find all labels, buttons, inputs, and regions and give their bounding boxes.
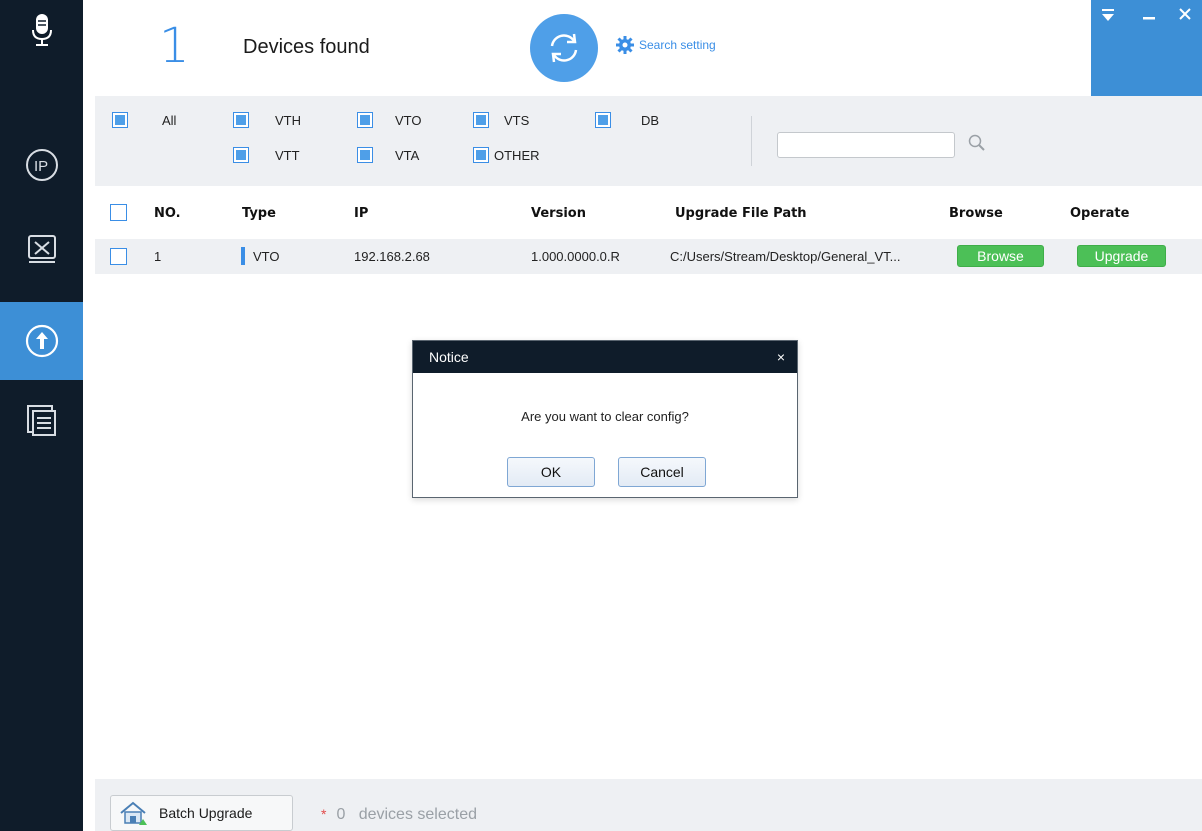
batch-upgrade-label: Batch Upgrade (159, 805, 253, 821)
dropdown-icon[interactable] (1102, 8, 1114, 26)
column-header-version: Version (531, 206, 586, 221)
filter-other-checkbox[interactable] (473, 147, 489, 163)
upgrade-icon (25, 324, 58, 358)
filter-vto-checkbox[interactable] (357, 112, 373, 128)
column-header-browse: Browse (949, 206, 1003, 221)
browse-button[interactable]: Browse (957, 245, 1044, 267)
search-input[interactable] (777, 132, 955, 158)
row-ip: 192.168.2.68 (354, 249, 430, 264)
minimize-icon[interactable] (1143, 10, 1155, 26)
filter-bar: All VTH VTO VTS DB VTT VTA OTHER (95, 96, 1202, 186)
batch-upgrade-button[interactable]: Batch Upgrade (110, 795, 293, 831)
row-no: 1 (154, 249, 162, 264)
column-header-no: NO. (154, 206, 181, 221)
header: 1 Devices found Search setting (83, 0, 1202, 96)
ip-search-icon: IP (25, 149, 58, 181)
filter-vts-label: VTS (504, 113, 530, 128)
filter-all-label: All (162, 113, 177, 128)
sidebar-item-tools[interactable] (0, 210, 83, 288)
select-all-checkbox[interactable] (110, 204, 127, 221)
selected-label: devices selected (358, 806, 477, 823)
column-header-type: Type (242, 206, 276, 221)
sidebar-item-upgrade[interactable] (0, 302, 83, 380)
upgrade-button[interactable]: Upgrade (1077, 245, 1166, 267)
home-upgrade-icon (120, 801, 147, 825)
microphone-icon (31, 14, 52, 46)
footer: Batch Upgrade * 0 devices selected (95, 779, 1202, 831)
column-header-operate: Operate (1070, 206, 1130, 221)
row-version: 1.000.0000.0.R (531, 249, 620, 264)
sidebar-item-documents[interactable] (0, 382, 83, 460)
search-setting-link[interactable]: Search setting (616, 36, 716, 54)
column-header-ip: IP (354, 206, 369, 221)
column-header-upgrade-file-path: Upgrade File Path (675, 206, 807, 221)
selected-info: * 0 devices selected (321, 806, 477, 824)
filter-vts-checkbox[interactable] (473, 112, 489, 128)
filter-other-label: OTHER (494, 148, 540, 163)
dialog-message: Are you want to clear config? (521, 409, 689, 424)
dialog-titlebar: Notice × (413, 341, 797, 373)
gear-icon (616, 36, 634, 54)
selected-count: 0 (336, 806, 346, 823)
search-icon[interactable] (968, 134, 986, 155)
row-type: VTO (253, 249, 280, 264)
search-setting-label: Search setting (639, 38, 716, 52)
filter-vta-checkbox[interactable] (357, 147, 373, 163)
notice-dialog: Notice × Are you want to clear config? O… (412, 340, 798, 498)
document-list-icon (26, 405, 56, 436)
filter-vta-label: VTA (395, 148, 420, 163)
row-upgrade-file-path: C:/Users/Stream/Desktop/General_VT... (670, 249, 901, 264)
window-controls (1091, 0, 1202, 96)
dialog-close-icon[interactable]: × (777, 349, 785, 365)
filter-vtt-checkbox[interactable] (233, 147, 249, 163)
refresh-button[interactable] (530, 14, 598, 82)
filter-db-checkbox[interactable] (595, 112, 611, 128)
filter-vth-label: VTH (275, 113, 301, 128)
filter-db-label: DB (641, 113, 660, 128)
refresh-icon (550, 33, 578, 63)
sidebar-item-ip-search[interactable]: IP (0, 126, 83, 204)
type-indicator (241, 247, 245, 265)
filter-all-checkbox[interactable] (112, 112, 128, 128)
filter-vtt-label: VTT (275, 148, 300, 163)
filter-vth-checkbox[interactable] (233, 112, 249, 128)
filter-divider (751, 116, 752, 166)
device-count: 1 (159, 18, 190, 74)
required-star: * (321, 806, 327, 822)
table-row[interactable]: 1 VTO 192.168.2.68 1.000.0000.0.R C:/Use… (95, 239, 1202, 274)
cancel-button[interactable]: Cancel (618, 457, 706, 487)
sidebar: IP (0, 0, 83, 831)
filter-vto-label: VTO (395, 113, 422, 128)
table-header: NO. Type IP Version Upgrade File Path Br… (95, 196, 1202, 230)
devices-found-label: Devices found (243, 36, 370, 58)
row-checkbox[interactable] (110, 248, 127, 265)
dialog-title: Notice (429, 349, 469, 365)
sidebar-item-microphone[interactable] (0, 0, 83, 60)
tools-icon (27, 235, 56, 263)
ok-button[interactable]: OK (507, 457, 595, 487)
close-icon[interactable] (1179, 8, 1191, 24)
svg-text:IP: IP (34, 158, 48, 175)
